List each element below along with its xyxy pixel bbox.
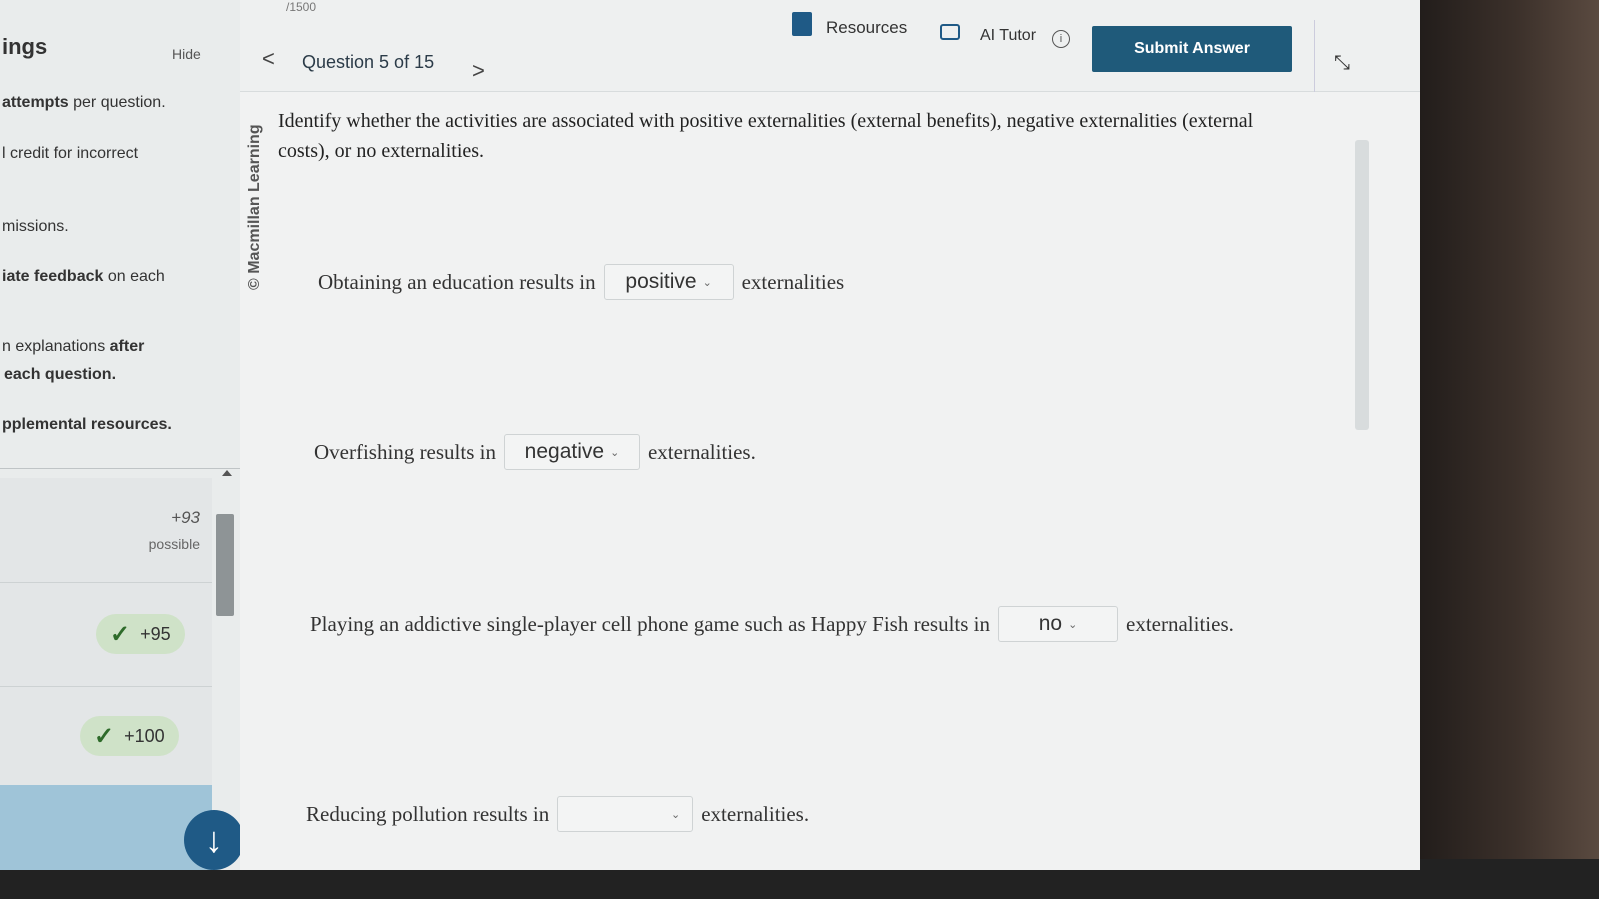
chevron-down-icon: ⌄ xyxy=(671,808,681,821)
question-header: /1500 < Question 5 of 15 > Resources AI … xyxy=(240,0,1420,92)
setting-line-explanations: n explanations after xyxy=(2,338,145,355)
row-text: Overfishing results in xyxy=(314,439,496,464)
score-separator xyxy=(0,582,212,583)
question-counter: Question 5 of 15 xyxy=(302,52,435,72)
setting-line-feedback: iate feedback on each xyxy=(2,268,165,285)
score-badge: ✓ +95 xyxy=(96,614,185,654)
points-possible-label: possible xyxy=(148,536,200,552)
score-badge-value: +100 xyxy=(124,725,165,746)
sidebar-title: ings xyxy=(2,34,48,59)
question-row-overfishing: Overfishing results in negative ⌄ extern… xyxy=(314,434,756,470)
answer-dropdown[interactable]: negative ⌄ xyxy=(503,434,640,470)
row-suffix: externalities. xyxy=(1126,611,1234,636)
setting-line-attempts: attempts per question. xyxy=(2,94,166,111)
answer-dropdown[interactable]: ⌄ xyxy=(557,796,694,832)
sidebar-divider xyxy=(0,468,240,469)
settings-sidebar: ings Hide attempts per question. l credi… xyxy=(0,0,240,870)
next-question-button[interactable]: > xyxy=(472,58,485,84)
submit-answer-button[interactable]: Submit Answer xyxy=(1092,26,1292,72)
dropdown-value: positive xyxy=(625,270,697,293)
book-icon[interactable] xyxy=(792,12,812,36)
question-prompt: Identify whether the activities are asso… xyxy=(278,110,1254,162)
answer-dropdown[interactable]: no ⌄ xyxy=(998,606,1119,642)
background-right xyxy=(1389,0,1599,899)
setting-line-missions: missions. xyxy=(2,218,69,235)
row-suffix: externalities. xyxy=(647,439,756,464)
scroll-up-icon[interactable] xyxy=(222,470,232,476)
question-area: /1500 < Question 5 of 15 > Resources AI … xyxy=(240,0,1420,870)
resources-button[interactable]: Resources xyxy=(826,18,907,38)
check-icon: ✓ xyxy=(110,620,131,648)
scroll-down-button[interactable]: ↓ xyxy=(184,810,244,870)
screen: ings Hide attempts per question. l credi… xyxy=(0,0,1420,870)
score-panel xyxy=(0,478,212,838)
row-suffix: externalities. xyxy=(701,801,810,826)
collapse-icon[interactable]: ⤡ xyxy=(1334,52,1350,75)
score-separator xyxy=(0,686,212,687)
points-total: /1500 xyxy=(286,0,317,14)
info-icon[interactable]: i xyxy=(1052,30,1070,48)
row-text: Playing an addictive single-player cell … xyxy=(310,611,991,636)
setting-line-resources: pplemental resources. xyxy=(2,416,172,433)
question-row-education: Obtaining an education results in positi… xyxy=(318,264,844,300)
header-divider xyxy=(1314,20,1315,92)
copyright-notice: © Macmillan Learning xyxy=(246,124,263,290)
chevron-down-icon: ⌄ xyxy=(610,446,620,459)
row-text: Reducing pollution results in xyxy=(306,801,550,826)
score-badge: ✓ +100 xyxy=(80,716,179,756)
hide-sidebar-button[interactable]: Hide xyxy=(172,46,201,62)
main-scrollbar[interactable] xyxy=(1355,140,1369,430)
question-row-pollution: Reducing pollution results in ⌄ external… xyxy=(306,796,809,832)
robot-icon[interactable] xyxy=(940,24,960,40)
points-possible-value: +93 xyxy=(171,508,200,527)
previous-question-button[interactable]: < xyxy=(262,46,275,72)
row-suffix: externalities xyxy=(741,269,845,294)
chevron-down-icon: ⌄ xyxy=(702,276,712,289)
dropdown-value: no xyxy=(1038,612,1063,635)
answer-dropdown[interactable]: positive ⌄ xyxy=(603,264,734,300)
ai-tutor-button[interactable]: AI Tutor xyxy=(980,27,1036,45)
question-row-cell-phone-game: Playing an addictive single-player cell … xyxy=(310,606,1234,642)
check-icon: ✓ xyxy=(94,722,115,750)
setting-line-each-question: each question. xyxy=(4,366,117,383)
sidebar-footer xyxy=(0,785,212,870)
chevron-down-icon: ⌄ xyxy=(1068,618,1078,631)
setting-line-credit: l credit for incorrect xyxy=(2,145,139,162)
score-badge-value: +95 xyxy=(140,623,171,644)
dropdown-value: negative xyxy=(524,440,605,463)
sidebar-scroll-thumb[interactable] xyxy=(216,514,234,616)
row-text: Obtaining an education results in xyxy=(318,269,596,294)
